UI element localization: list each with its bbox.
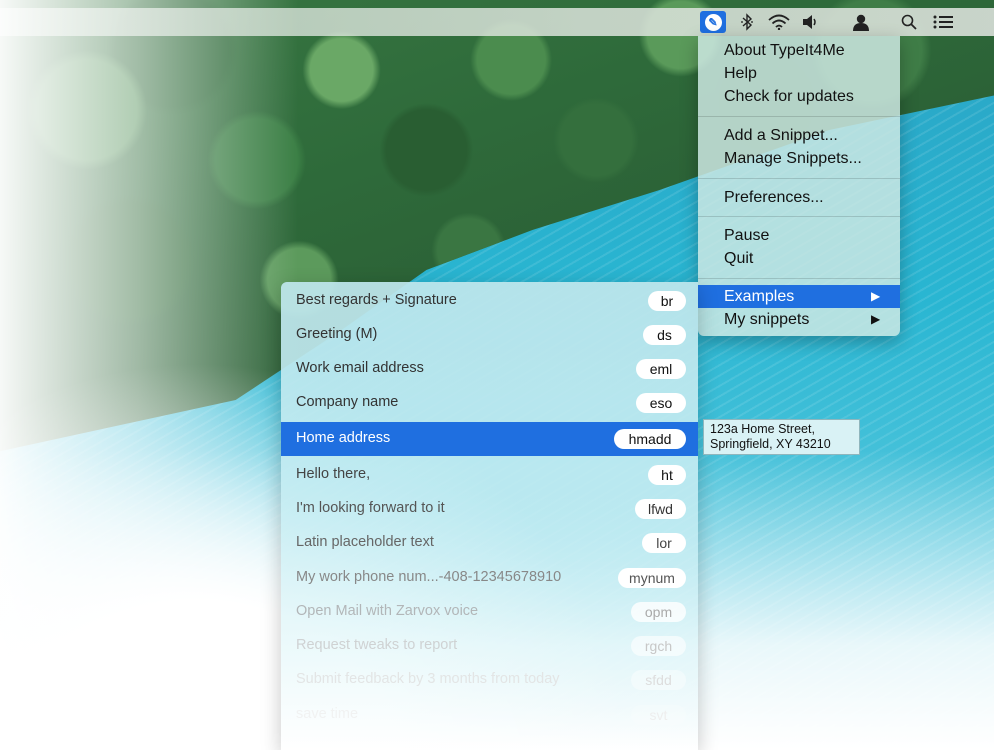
- snippet-label: Latin placeholder text: [296, 534, 434, 550]
- notification-center-icon[interactable]: [930, 11, 956, 33]
- snippet-item[interactable]: Latin placeholder text lor: [281, 526, 698, 560]
- menu-item-help[interactable]: Help: [698, 62, 900, 85]
- wifi-icon[interactable]: [766, 11, 792, 33]
- snippet-item[interactable]: My work phone num...-408-12345678910 myn…: [281, 561, 698, 595]
- tooltip-line: 123a Home Street,: [710, 422, 815, 436]
- menu-item-quit[interactable]: Quit: [698, 247, 900, 270]
- menu-bar: ✎: [0, 8, 994, 36]
- snippet-item[interactable]: Request tweaks to report rgch: [281, 629, 698, 663]
- snippet-abbreviation: lor: [642, 533, 686, 553]
- menu-separator: [698, 116, 900, 117]
- menu-item-pause[interactable]: Pause: [698, 224, 900, 247]
- snippet-item[interactable]: Work email address eml: [281, 352, 698, 386]
- snippet-abbreviation: mynum: [618, 568, 686, 588]
- menu-item-about[interactable]: About TypeIt4Me: [698, 39, 900, 62]
- snippet-abbreviation: br: [648, 291, 686, 311]
- snippet-item[interactable]: Company name eso: [281, 386, 698, 420]
- snippet-item[interactable]: I'm looking forward to it lfwd: [281, 492, 698, 526]
- menu-item-examples[interactable]: Examples ▶: [698, 285, 900, 308]
- snippet-label: save time: [296, 706, 359, 722]
- snippet-abbreviation: eso: [636, 393, 686, 413]
- snippet-label: I'm looking forward to it: [296, 500, 445, 516]
- snippet-item-selected[interactable]: Home address hmadd: [281, 422, 698, 456]
- spotlight-search-icon[interactable]: [896, 11, 922, 33]
- snippet-label: Open Mail with Zarvox voice: [296, 603, 479, 619]
- snippet-label: Greeting (M): [296, 326, 378, 342]
- snippet-abbreviation: ds: [643, 325, 686, 345]
- snippet-label: Hello there,: [296, 466, 371, 482]
- snippet-item[interactable]: Best regards + Signature br: [281, 284, 698, 318]
- snippet-item[interactable]: Hello there, ht: [281, 458, 698, 492]
- snippet-preview-tooltip: 123a Home Street, Springfield, XY 43210: [703, 419, 860, 455]
- snippet-item[interactable]: Greeting (M) ds: [281, 318, 698, 352]
- snippet-abbreviation: sfdd: [631, 670, 686, 690]
- snippet-item[interactable]: save time svt: [281, 698, 698, 732]
- snippet-abbreviation: rgch: [631, 636, 686, 656]
- menu-item-manage-snippets[interactable]: Manage Snippets...: [698, 147, 900, 170]
- menu-separator: [698, 278, 900, 279]
- snippet-label: Best regards + Signature: [296, 292, 457, 308]
- volume-icon[interactable]: [798, 11, 824, 33]
- menu-separator: [698, 178, 900, 179]
- tooltip-line: Springfield, XY 43210: [710, 437, 831, 451]
- typeit4me-menu: About TypeIt4Me Help Check for updates A…: [698, 36, 900, 336]
- snippet-item[interactable]: Submit feedback by 3 months from today s…: [281, 663, 698, 697]
- submenu-arrow-icon: ▶: [871, 289, 881, 303]
- submenu-arrow-icon: ▶: [871, 312, 881, 326]
- typeit4me-icon[interactable]: ✎: [700, 11, 726, 33]
- snippet-label: Home address: [296, 430, 391, 446]
- snippet-label: Company name: [296, 394, 399, 410]
- menu-item-add-snippet[interactable]: Add a Snippet...: [698, 124, 900, 147]
- snippet-label: Request tweaks to report: [296, 637, 458, 653]
- menu-item-check-updates[interactable]: Check for updates: [698, 85, 900, 108]
- menu-item-my-snippets[interactable]: My snippets ▶: [698, 308, 900, 331]
- snippet-abbreviation: lfwd: [635, 499, 686, 519]
- snippet-abbreviation: svt: [631, 705, 686, 725]
- examples-submenu: Best regards + Signature br Greeting (M)…: [281, 282, 698, 750]
- menu-item-preferences[interactable]: Preferences...: [698, 186, 900, 209]
- bluetooth-icon[interactable]: [734, 11, 760, 33]
- snippet-label: Submit feedback by 3 months from today: [296, 671, 560, 687]
- snippet-label: My work phone num...-408-12345678910: [296, 569, 562, 585]
- user-icon[interactable]: [848, 11, 874, 33]
- snippet-item[interactable]: Open Mail with Zarvox voice opm: [281, 595, 698, 629]
- snippet-abbreviation: opm: [631, 602, 686, 622]
- snippet-label: Work email address: [296, 360, 424, 376]
- menu-separator: [698, 216, 900, 217]
- snippet-abbreviation: ht: [648, 465, 686, 485]
- snippet-abbreviation: eml: [636, 359, 686, 379]
- snippet-abbreviation: hmadd: [614, 429, 686, 449]
